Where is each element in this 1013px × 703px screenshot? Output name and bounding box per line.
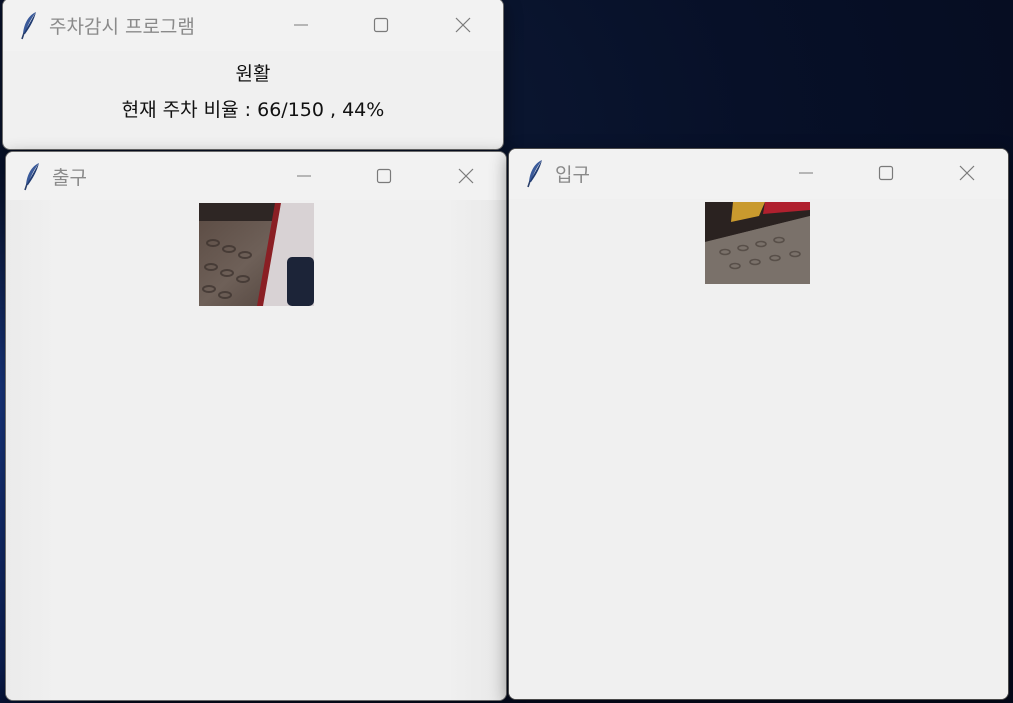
minimize-icon bbox=[798, 165, 814, 181]
minimize-button[interactable] bbox=[284, 158, 324, 194]
maximize-button[interactable] bbox=[866, 155, 906, 191]
parking-ratio-label: 현재 주차 비율 : 66/150 , 44% bbox=[121, 99, 385, 121]
exit-camera-feed bbox=[199, 203, 314, 306]
exit-window-content bbox=[6, 200, 506, 700]
close-button[interactable] bbox=[947, 155, 987, 191]
minimize-button[interactable] bbox=[786, 155, 826, 191]
close-button[interactable] bbox=[443, 7, 483, 43]
window-title: 입구 bbox=[555, 164, 590, 186]
main-window: 주차감시 프로그램 원활 현재 주차 비율 : 66/150 , 44% bbox=[2, 0, 504, 150]
entrance-window: 입구 bbox=[508, 148, 1009, 700]
maximize-icon bbox=[373, 17, 389, 33]
minimize-icon bbox=[296, 168, 312, 184]
maximize-button[interactable] bbox=[361, 7, 401, 43]
window-title: 출구 bbox=[52, 167, 87, 189]
feather-icon bbox=[22, 161, 44, 191]
close-icon bbox=[458, 168, 474, 184]
main-window-titlebar[interactable]: 주차감시 프로그램 bbox=[3, 0, 503, 51]
minimize-icon bbox=[293, 17, 309, 33]
entrance-window-titlebar[interactable]: 입구 bbox=[509, 149, 1008, 199]
close-button[interactable] bbox=[446, 158, 486, 194]
entrance-window-content bbox=[509, 199, 1008, 699]
feather-icon bbox=[19, 10, 41, 40]
feather-icon bbox=[525, 158, 547, 188]
traffic-status-label: 원활 bbox=[235, 63, 271, 85]
window-title: 주차감시 프로그램 bbox=[49, 16, 195, 38]
maximize-icon bbox=[878, 165, 894, 181]
minimize-button[interactable] bbox=[281, 7, 321, 43]
maximize-button[interactable] bbox=[364, 158, 404, 194]
desktop: 주차감시 프로그램 원활 현재 주차 비율 : 66/150 , 44% 출구 … bbox=[0, 0, 1013, 703]
entrance-camera-feed bbox=[705, 202, 810, 284]
maximize-icon bbox=[376, 168, 392, 184]
exit-window-titlebar[interactable]: 출구 bbox=[6, 152, 506, 200]
exit-window: 출구 bbox=[5, 151, 507, 701]
close-icon bbox=[959, 165, 975, 181]
close-icon bbox=[455, 17, 471, 33]
